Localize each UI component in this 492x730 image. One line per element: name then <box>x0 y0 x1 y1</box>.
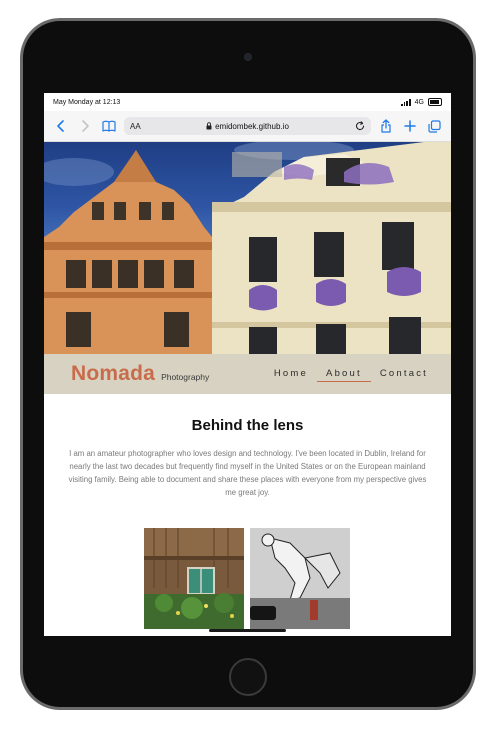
front-camera <box>245 54 251 60</box>
site-nav: Home About Contact <box>265 368 437 382</box>
url-text: emidombek.github.io <box>215 121 289 131</box>
hero-image <box>44 142 451 354</box>
status-indicators: 4G <box>401 98 442 106</box>
brand-name: Nomada <box>71 362 156 385</box>
photo-thumbnail[interactable] <box>250 528 350 629</box>
lock-icon <box>206 122 212 130</box>
network-label: 4G <box>414 98 424 106</box>
signal-icon <box>401 99 411 106</box>
screen: May Monday at 12:13 4G AA emidombek.gith… <box>44 93 451 636</box>
home-button[interactable] <box>229 658 267 696</box>
back-icon[interactable] <box>52 117 70 135</box>
new-tab-icon[interactable] <box>401 117 419 135</box>
photo-thumbnail[interactable] <box>144 528 244 629</box>
site-logo[interactable]: Nomada Photography <box>71 362 209 386</box>
text-size-button[interactable]: AA <box>130 122 141 131</box>
site-header: Nomada Photography Home About Contact <box>44 354 451 394</box>
url-display: emidombek.github.io <box>124 122 371 131</box>
nav-about[interactable]: About <box>317 368 371 382</box>
browser-toolbar: AA emidombek.github.io <box>44 111 451 142</box>
nav-contact[interactable]: Contact <box>371 368 437 382</box>
battery-icon <box>428 98 442 106</box>
bookmarks-icon[interactable] <box>100 117 118 135</box>
about-title: Behind the lens <box>191 417 304 434</box>
about-text: I am an amateur photographer who loves d… <box>68 449 427 497</box>
nav-home[interactable]: Home <box>265 368 317 382</box>
reload-icon[interactable] <box>355 121 365 131</box>
status-bar: May Monday at 12:13 4G <box>44 93 451 111</box>
status-time: May Monday at 12:13 <box>53 98 121 106</box>
forward-icon[interactable] <box>76 117 94 135</box>
brand-tagline: Photography <box>161 372 210 382</box>
share-icon[interactable] <box>377 117 395 135</box>
tabs-icon[interactable] <box>425 117 443 135</box>
scroll-indicator <box>209 629 286 632</box>
address-bar[interactable]: AA emidombek.github.io <box>124 117 371 135</box>
